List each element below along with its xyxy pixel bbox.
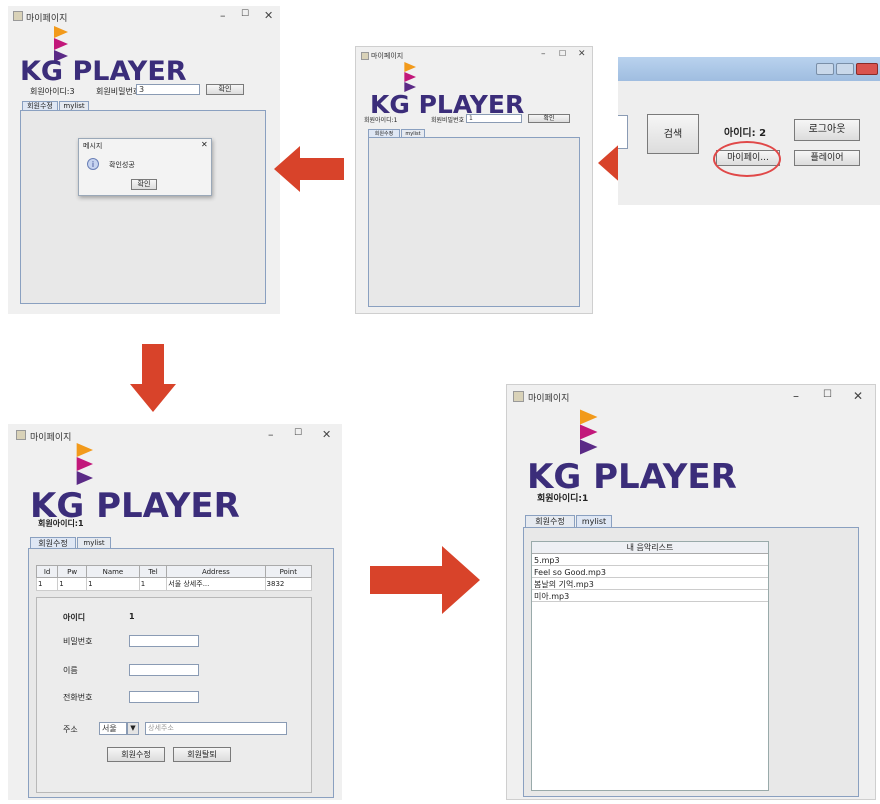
logo-text: KG PLAYER <box>527 457 737 489</box>
tel-field[interactable] <box>129 691 199 703</box>
pw-field[interactable] <box>129 635 199 647</box>
red-arrow-right <box>370 546 480 614</box>
window-title: 마이페이지 <box>26 14 68 24</box>
form-name-label: 이름 <box>63 666 78 675</box>
list-item[interactable]: 미아.mp3 <box>532 591 768 602</box>
maximize-icon[interactable]: ☐ <box>559 49 566 58</box>
close-icon[interactable]: ✕ <box>201 140 208 149</box>
city-select[interactable]: 서울 <box>99 722 127 735</box>
dialog-ok-button[interactable]: 확인 <box>131 179 157 190</box>
pw-label: 회원비밀번호 <box>96 87 141 96</box>
update-member-button[interactable]: 회원수정 <box>107 747 165 762</box>
logo-text: KG PLAYER <box>370 91 525 115</box>
dialog-title: 메시지 <box>83 142 103 150</box>
logo-icon <box>580 409 598 455</box>
cell-id[interactable]: 1 <box>35 577 59 591</box>
minimize-icon[interactable] <box>816 63 834 75</box>
logo-icon <box>404 62 416 92</box>
cell-address[interactable]: 서울 상세주... <box>166 577 266 591</box>
music-list-header[interactable]: 내 음악리스트 <box>532 542 768 554</box>
col-pw[interactable]: Pw <box>57 565 88 578</box>
form-addr-label: 주소 <box>63 725 78 734</box>
pw-input[interactable]: 3 <box>136 84 200 95</box>
maximize-icon[interactable]: ☐ <box>294 428 302 438</box>
music-list: 내 음악리스트 5.mp3 Feel so Good.mp3 봄날의 기억.mp… <box>531 541 769 791</box>
maximize-icon[interactable]: ☐ <box>241 9 249 19</box>
close-icon[interactable]: ✕ <box>264 9 273 22</box>
user-id-label: 아이디: 2 <box>724 128 767 139</box>
close-icon[interactable]: ✕ <box>578 49 586 59</box>
name-field[interactable] <box>129 664 199 676</box>
player-button[interactable]: 플레이어 <box>794 150 860 166</box>
logo-text: KG PLAYER <box>30 486 240 518</box>
minimize-icon[interactable]: – <box>220 9 226 22</box>
form-pw-label: 비밀번호 <box>63 637 93 646</box>
window-mypage-edit: 마이페이지 – ☐ ✕ KG PLAYER 회원아이디:1 회원수정 mylis… <box>8 424 342 800</box>
id-label: 회원아이디:1 <box>364 117 398 124</box>
confirm-button[interactable]: 확인 <box>206 84 244 95</box>
maximize-icon[interactable]: ☐ <box>823 389 832 400</box>
form-id-value: 1 <box>129 612 135 621</box>
message-dialog: 메시지 ✕ i 확인성공 확인 <box>78 138 212 196</box>
confirm-button[interactable]: 확인 <box>528 114 570 123</box>
dialog-message: 확인성공 <box>109 161 135 169</box>
member-table: Id Pw Name Tel Address Point 1 1 1 1 서울 … <box>35 565 313 591</box>
app-icon <box>361 52 369 60</box>
cell-tel[interactable]: 1 <box>138 577 168 591</box>
logout-button[interactable]: 로그아웃 <box>794 119 860 141</box>
delete-member-button[interactable]: 회원탈퇴 <box>173 747 231 762</box>
list-item[interactable]: 봄날의 기억.mp3 <box>532 579 768 590</box>
pw-label: 회원비밀번호 <box>431 117 465 124</box>
close-icon[interactable]: ✕ <box>322 428 331 441</box>
pw-input[interactable]: 1 <box>466 114 522 123</box>
logo-text: KG PLAYER <box>20 56 187 87</box>
window-mypage-confirm: 마이페이지 – ☐ ✕ KG PLAYER 회원아이디:3 회원비밀번호 3 확… <box>8 6 280 314</box>
close-icon[interactable]: ✕ <box>853 389 863 403</box>
window-main-crop: 검색 아이디: 2 로그아웃 마이페이... 플레이어 <box>618 57 880 205</box>
form-id-label: 아이디 <box>63 613 86 622</box>
app-icon <box>13 11 23 21</box>
dropdown-arrow-icon[interactable]: ▼ <box>127 722 139 735</box>
col-tel[interactable]: Tel <box>138 565 168 578</box>
close-icon[interactable] <box>856 63 878 75</box>
search-field-edge <box>618 115 628 149</box>
window-title: 마이페이지 <box>30 433 72 443</box>
minimize-icon[interactable]: – <box>793 389 799 403</box>
highlight-circle <box>713 141 781 177</box>
table-row[interactable]: 1 1 1 1 서울 상세주... 3832 <box>35 577 313 591</box>
minimize-icon[interactable]: – <box>268 428 274 441</box>
id-label: 회원아이디:1 <box>537 494 589 504</box>
cell-pw[interactable]: 1 <box>57 577 88 591</box>
maximize-icon[interactable] <box>836 63 854 75</box>
list-item[interactable]: 5.mp3 <box>532 555 768 566</box>
list-item[interactable]: Feel so Good.mp3 <box>532 567 768 578</box>
edit-form: 아이디 1 비밀번호 이름 전화번호 주소 서울 ▼ 상세주소 회원수정 회원탈… <box>36 597 312 793</box>
id-label: 회원아이디:1 <box>38 519 84 528</box>
app-icon <box>16 430 26 440</box>
app-icon <box>513 391 524 402</box>
col-id[interactable]: Id <box>35 565 59 578</box>
id-label: 회원아이디:3 <box>30 87 75 96</box>
cell-point[interactable]: 3832 <box>264 577 313 591</box>
col-address[interactable]: Address <box>166 565 266 578</box>
col-point[interactable]: Point <box>264 565 313 578</box>
window-title: 마이페이지 <box>528 394 570 404</box>
tab-panel <box>368 137 580 307</box>
info-icon: i <box>87 158 99 170</box>
window-mypage-mylist: 마이페이지 – ☐ ✕ KG PLAYER 회원아이디:1 회원수정 mylis… <box>506 384 876 800</box>
minimize-icon[interactable]: – <box>541 49 546 59</box>
form-tel-label: 전화번호 <box>63 693 93 702</box>
search-button[interactable]: 검색 <box>647 114 699 154</box>
table-header-row: Id Pw Name Tel Address Point <box>35 565 313 578</box>
logo-icon <box>76 443 93 485</box>
window-title: 마이페이지 <box>371 52 404 60</box>
red-arrow-left <box>274 146 344 192</box>
col-name[interactable]: Name <box>86 565 140 578</box>
red-arrow-down <box>130 344 176 412</box>
cell-name[interactable]: 1 <box>86 577 140 591</box>
detail-address-input[interactable]: 상세주소 <box>145 722 287 735</box>
window-mypage-login: 마이페이지 – ☐ ✕ KG PLAYER 회원아이디:1 회원비밀번호 1 확… <box>355 46 593 314</box>
